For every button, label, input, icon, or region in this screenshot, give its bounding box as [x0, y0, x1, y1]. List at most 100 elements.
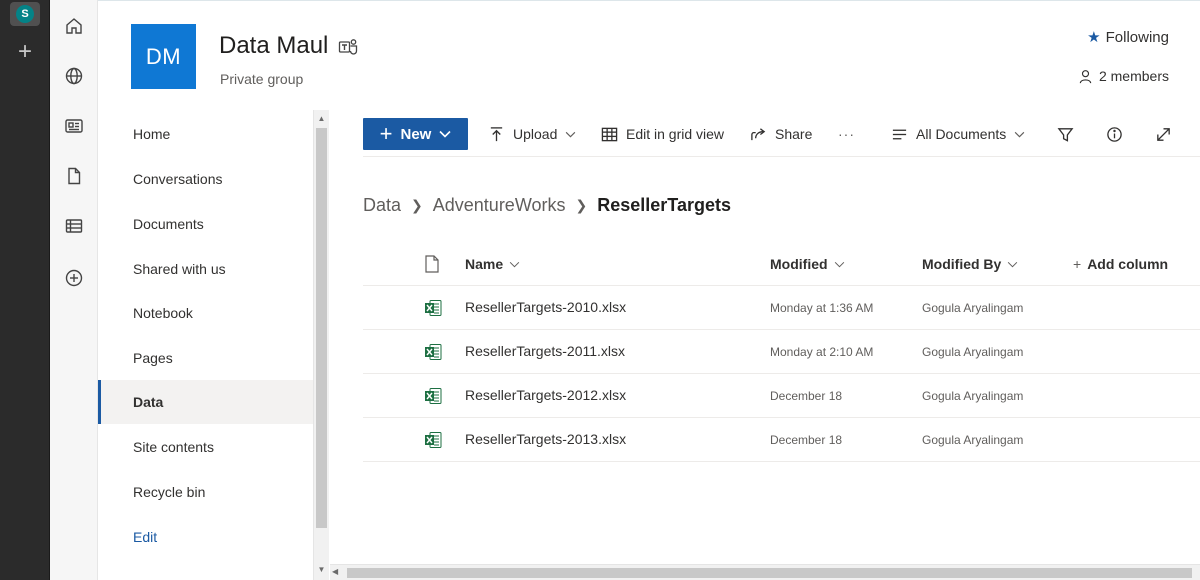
document-library: + New Upload Edit in grid view Share ···… [330, 110, 1200, 565]
sharepoint-app-tile[interactable]: S [10, 2, 40, 26]
file-name-link[interactable]: ResellerTargets-2011.xlsx [465, 343, 625, 359]
view-selector-label: All Documents [916, 126, 1007, 142]
nav-item-home[interactable]: Home [98, 112, 313, 156]
more-actions-button[interactable]: ··· [838, 118, 855, 150]
modified-date: Monday at 2:10 AM [770, 345, 874, 359]
edit-in-grid-view-label: Edit in grid view [626, 126, 725, 142]
scroll-left-icon[interactable]: ◀ [332, 567, 338, 576]
add-column-label: Add column [1087, 256, 1169, 272]
file-type-column-header[interactable] [424, 255, 440, 273]
modified-by[interactable]: Gogula Aryalingam [922, 345, 1023, 359]
modified-date: Monday at 1:36 AM [770, 301, 874, 315]
chevron-down-icon [439, 130, 451, 138]
name-column-header[interactable]: Name [465, 256, 520, 272]
sharepoint-logo-icon: S [16, 5, 34, 23]
table-row[interactable]: ResellerTargets-2012.xlsx December 18 Go… [363, 374, 1200, 418]
filter-button[interactable] [1057, 118, 1074, 150]
add-app-button[interactable]: + [0, 38, 50, 66]
site-subtitle: Private group [220, 71, 304, 87]
site-logo[interactable]: DM [131, 24, 196, 89]
modified-date: December 18 [770, 433, 843, 447]
info-icon [1107, 126, 1122, 142]
chevron-down-icon [566, 131, 576, 137]
nav-item-recycle-bin[interactable]: Recycle bin [98, 470, 313, 514]
list-icon[interactable] [62, 214, 86, 238]
chevron-right-icon: ❯ [411, 197, 423, 213]
upload-button[interactable]: Upload [488, 118, 576, 150]
excel-file-icon [424, 343, 442, 364]
modified-column-label: Modified [770, 256, 828, 272]
site-header: DM Data Maul Private group ★ Following 2… [98, 0, 1200, 110]
modified-by-column-header[interactable]: Modified By [922, 256, 1018, 272]
new-button-label: New [400, 125, 432, 143]
upload-icon [490, 126, 503, 141]
table-row[interactable]: ResellerTargets-2010.xlsx Monday at 1:36… [363, 286, 1200, 330]
upload-label: Upload [513, 126, 558, 142]
edit-in-grid-view-button[interactable]: Edit in grid view [601, 118, 724, 150]
site-title[interactable]: Data Maul [219, 32, 328, 60]
add-circle-icon[interactable] [62, 266, 86, 290]
scroll-down-icon[interactable]: ▼ [314, 565, 329, 574]
nav-edit-link[interactable]: Edit [98, 515, 313, 559]
scroll-up-icon[interactable]: ▲ [314, 114, 329, 123]
excel-file-icon [424, 299, 442, 320]
document-icon [425, 255, 439, 273]
plus-icon: + [379, 121, 393, 146]
table-row[interactable]: ResellerTargets-2013.xlsx December 18 Go… [363, 418, 1200, 462]
app-bar: S + [0, 0, 50, 580]
chevron-down-icon [834, 261, 844, 267]
content-horizontal-scrollbar[interactable]: ◀ [330, 564, 1200, 580]
following-button[interactable]: ★ Following [1087, 28, 1169, 47]
new-button[interactable]: + New [363, 118, 468, 150]
share-icon [751, 127, 766, 140]
modified-by[interactable]: Gogula Aryalingam [922, 389, 1023, 403]
breadcrumb: Data ❯ AdventureWorks ❯ ResellerTargets [363, 195, 731, 216]
file-icon[interactable] [62, 164, 86, 188]
modified-by[interactable]: Gogula Aryalingam [922, 433, 1023, 447]
file-name-link[interactable]: ResellerTargets-2013.xlsx [465, 431, 626, 447]
chevron-down-icon [1008, 261, 1018, 267]
info-button[interactable] [1106, 118, 1123, 150]
name-column-label: Name [465, 256, 504, 272]
file-name-link[interactable]: ResellerTargets-2012.xlsx [465, 387, 626, 403]
nav-item-documents[interactable]: Documents [98, 202, 313, 246]
chevron-down-icon [1014, 131, 1025, 137]
teams-icon[interactable] [338, 38, 358, 56]
view-selector[interactable]: All Documents [891, 118, 1025, 150]
modified-by[interactable]: Gogula Aryalingam [922, 301, 1023, 315]
command-bar: + New Upload Edit in grid view Share ···… [363, 118, 1200, 152]
modified-by-column-label: Modified By [922, 256, 1002, 272]
share-label: Share [775, 126, 813, 142]
nav-item-data[interactable]: Data [98, 380, 313, 424]
nav-item-shared-with-us[interactable]: Shared with us [98, 247, 313, 291]
home-icon[interactable] [62, 14, 86, 38]
excel-file-icon [424, 387, 442, 408]
share-button[interactable]: Share [750, 118, 812, 150]
expand-button[interactable] [1155, 118, 1172, 150]
modified-date: December 18 [770, 389, 843, 403]
nav-item-notebook[interactable]: Notebook [98, 291, 313, 335]
nav-scrollbar-thumb[interactable] [316, 128, 327, 528]
view-list-icon [892, 129, 907, 139]
members-label: 2 members [1098, 68, 1169, 84]
news-icon[interactable] [62, 114, 86, 138]
horizontal-scrollbar-thumb[interactable] [347, 568, 1192, 578]
chevron-down-icon [509, 261, 520, 267]
file-name-link[interactable]: ResellerTargets-2010.xlsx [465, 299, 626, 315]
nav-item-site-contents[interactable]: Site contents [98, 425, 313, 469]
star-icon: ★ [1087, 29, 1101, 46]
nav-scrollbar[interactable]: ▲ ▼ [313, 110, 329, 580]
site-navigation: Home Conversations Documents Shared with… [98, 110, 313, 580]
file-list-header: Name Modified Modified By + Add column [363, 244, 1200, 286]
modified-column-header[interactable]: Modified [770, 256, 845, 272]
members-button[interactable]: 2 members [1078, 68, 1169, 84]
breadcrumb-item[interactable]: Data [363, 195, 401, 216]
sharepoint-rail [50, 0, 98, 580]
globe-icon[interactable] [62, 64, 86, 88]
table-row[interactable]: ResellerTargets-2011.xlsx Monday at 2:10… [363, 330, 1200, 374]
person-icon [1079, 69, 1092, 83]
nav-item-conversations[interactable]: Conversations [98, 157, 313, 201]
nav-item-pages[interactable]: Pages [98, 336, 313, 380]
add-column-button[interactable]: + Add column [1073, 256, 1168, 272]
breadcrumb-item[interactable]: AdventureWorks [433, 195, 566, 216]
